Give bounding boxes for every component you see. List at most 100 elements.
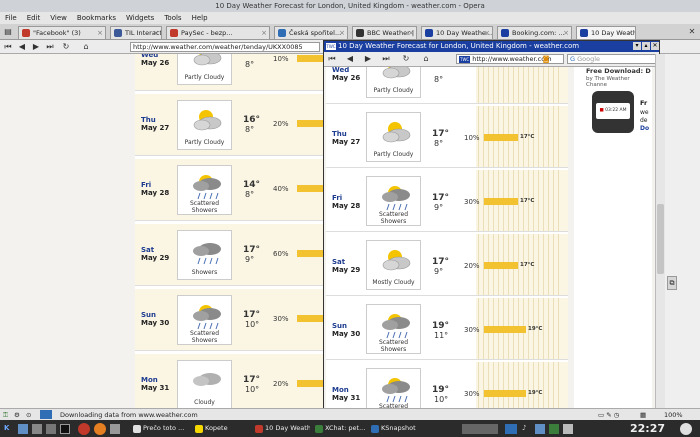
clipboard-icon[interactable] — [563, 424, 573, 434]
new-tab-icon[interactable]: ✕ — [686, 26, 698, 38]
tab-label: Česká spořitel... — [289, 29, 342, 37]
search-field[interactable]: G Google — [567, 54, 657, 64]
rss-icon[interactable]: ◙ — [542, 54, 550, 64]
weather-icon-box[interactable]: Partly Cloudy — [177, 54, 232, 85]
tab-close-icon[interactable]: × — [408, 27, 414, 39]
tab-close-icon[interactable]: × — [627, 27, 633, 39]
weather-icon-box[interactable]: Partly Cloudy — [366, 112, 421, 162]
vertical-scrollbar[interactable] — [655, 54, 665, 408]
popup-back-icon[interactable]: ◀ — [344, 53, 356, 65]
tab[interactable]: PaySec - bezp... × — [166, 26, 270, 39]
weather-icon-box[interactable]: Scattered Showers — [366, 176, 421, 226]
tab-close-icon[interactable]: × — [563, 27, 569, 39]
tab-close-icon[interactable]: × — [261, 27, 267, 39]
scrollbar-thumb[interactable] — [657, 204, 664, 274]
network-icon[interactable] — [505, 424, 517, 434]
forecast-row: Fri May 28 Scattered Showers 17° 9° 30% 17°C — [326, 170, 568, 232]
popup-fast-forward-icon[interactable]: ⏭ — [380, 53, 392, 65]
weather-icon-box[interactable]: Scattered Showers — [177, 165, 232, 215]
menu-help[interactable]: Help — [187, 12, 213, 24]
tab[interactable]: Česká spořitel... × — [274, 26, 348, 39]
app-icon[interactable] — [110, 424, 120, 434]
logout-icon[interactable] — [680, 423, 692, 435]
day-date: May 26 — [141, 59, 170, 67]
popup-title: 10 Day Weather Forecast for London, Unit… — [338, 42, 580, 50]
tab[interactable]: Booking.com: ... × — [497, 26, 572, 39]
popup-home-icon[interactable]: ⌂ — [420, 53, 432, 65]
tab-favicon-icon — [425, 29, 433, 37]
folder-icon[interactable] — [46, 424, 56, 434]
volume-icon[interactable]: ♪ — [522, 420, 526, 437]
weather-icon-box[interactable]: Mostly Cloudy — [366, 240, 421, 290]
taskbar-item[interactable]: Kopete — [194, 422, 250, 435]
popup-minimize-icon[interactable]: ▾ — [633, 42, 641, 50]
home-icon[interactable]: ⌂ — [80, 41, 92, 53]
firefox-icon[interactable] — [94, 423, 106, 435]
forecast-row: Mon May 31 Cloudy 17° 10° 20% — [135, 354, 325, 408]
clock[interactable]: 22:27 — [630, 420, 665, 437]
k-menu-icon[interactable]: K — [4, 420, 9, 437]
weather-icon-box[interactable]: Partly Cloudy — [366, 67, 421, 98]
day-name: Thu — [332, 130, 347, 138]
tab[interactable]: BBC Weather | ... × — [352, 26, 417, 39]
taskbar-item[interactable]: Prečo toto ... — [132, 422, 190, 435]
weather-icon-box[interactable]: Scattered Showers — [177, 295, 232, 345]
forecast-list: Wed May 26 Partly Cloudy 8° 10% Thu May 27 Part… — [135, 54, 325, 408]
menu-view[interactable]: View — [45, 12, 72, 24]
popup-maximize-icon[interactable]: ▴ — [642, 42, 650, 50]
rewind-icon[interactable]: ⏮ — [2, 41, 14, 53]
address-field[interactable]: http://www.weather.com/weather/tenday/UK… — [130, 42, 320, 52]
opera-icon[interactable] — [78, 423, 90, 435]
weather-icon-box[interactable]: Scattered Showers — [366, 304, 421, 354]
taskbar-item[interactable]: 10 Day Weath... — [254, 422, 310, 435]
reload-icon[interactable]: ↻ — [60, 41, 72, 53]
desktop-icon[interactable] — [18, 424, 28, 434]
weather-icon-box[interactable]: Partly Cloudy — [177, 100, 232, 150]
tray-icon[interactable] — [535, 424, 545, 434]
promo-phone-image[interactable]: ■ 03:22 AM — [592, 91, 634, 133]
tab-label: PaySec - bezp... — [181, 29, 233, 37]
popup-reload-icon[interactable]: ↻ — [400, 53, 412, 65]
popup-title-bar: TWC 10 Day Weather Forecast for London, … — [324, 41, 659, 52]
panel-icon[interactable]: ⧉ — [667, 276, 677, 290]
back-icon[interactable]: ◀ — [16, 41, 28, 53]
popup-rewind-icon[interactable]: ⏮ — [326, 53, 338, 65]
fast-forward-icon[interactable]: ⏭ — [44, 41, 56, 53]
menu-file[interactable]: File — [0, 12, 22, 24]
update-icon[interactable] — [549, 424, 559, 434]
unite-icon[interactable] — [40, 410, 52, 419]
menu-widgets[interactable]: Widgets — [121, 12, 159, 24]
tab-close-icon[interactable]: × — [153, 27, 159, 39]
tab-close-icon[interactable]: × — [484, 27, 490, 39]
tab[interactable]: "Facebook" (3) × — [18, 26, 106, 39]
popup-navigation-bar: ⏮ ◀ ▶ ⏭ ↻ ⌂ TWC http://www.weather.com ◙ … — [324, 52, 659, 67]
weather-icon-box[interactable]: Cloudy — [177, 360, 232, 408]
day-date: May 31 — [332, 394, 361, 402]
tab-favicon-icon — [501, 29, 509, 37]
terminal-icon[interactable] — [60, 424, 70, 434]
menu-edit[interactable]: Edit — [22, 12, 46, 24]
tab[interactable]: TIL Interactive ...× — [110, 26, 162, 39]
tab[interactable]: 10 Day Weath...× — [576, 26, 636, 39]
taskbar-item[interactable]: XChat: pet... — [314, 422, 366, 435]
popup-forward-icon[interactable]: ▶ — [362, 53, 374, 65]
weather-icon-box[interactable]: Scattered Showers — [366, 368, 421, 409]
taskbar-item-label: 10 Day Weath... — [265, 424, 310, 432]
tab[interactable]: 10 Day Weathe... × — [421, 26, 493, 39]
menu-tools[interactable]: Tools — [159, 12, 186, 24]
tab-close-icon[interactable]: × — [97, 27, 103, 39]
temp-bar — [297, 250, 323, 257]
high-temp: 17° — [432, 193, 450, 203]
menu-bookmarks[interactable]: Bookmarks — [72, 12, 121, 24]
promo-download-link[interactable]: Do — [640, 125, 649, 132]
weather-channel-icon: TWC — [326, 43, 336, 50]
system-tray[interactable] — [462, 424, 498, 434]
tab-menu-icon[interactable]: ▤ — [2, 26, 14, 38]
forward-icon[interactable]: ▶ — [30, 41, 42, 53]
popup-close-icon[interactable]: ✕ — [651, 42, 659, 50]
precip-percent: 20% — [464, 262, 480, 270]
weather-icon-box[interactable]: Showers — [177, 230, 232, 280]
taskbar-item[interactable]: KSnapshot — [370, 422, 426, 435]
file-manager-icon[interactable] — [32, 424, 42, 434]
tab-close-icon[interactable]: × — [339, 27, 345, 39]
